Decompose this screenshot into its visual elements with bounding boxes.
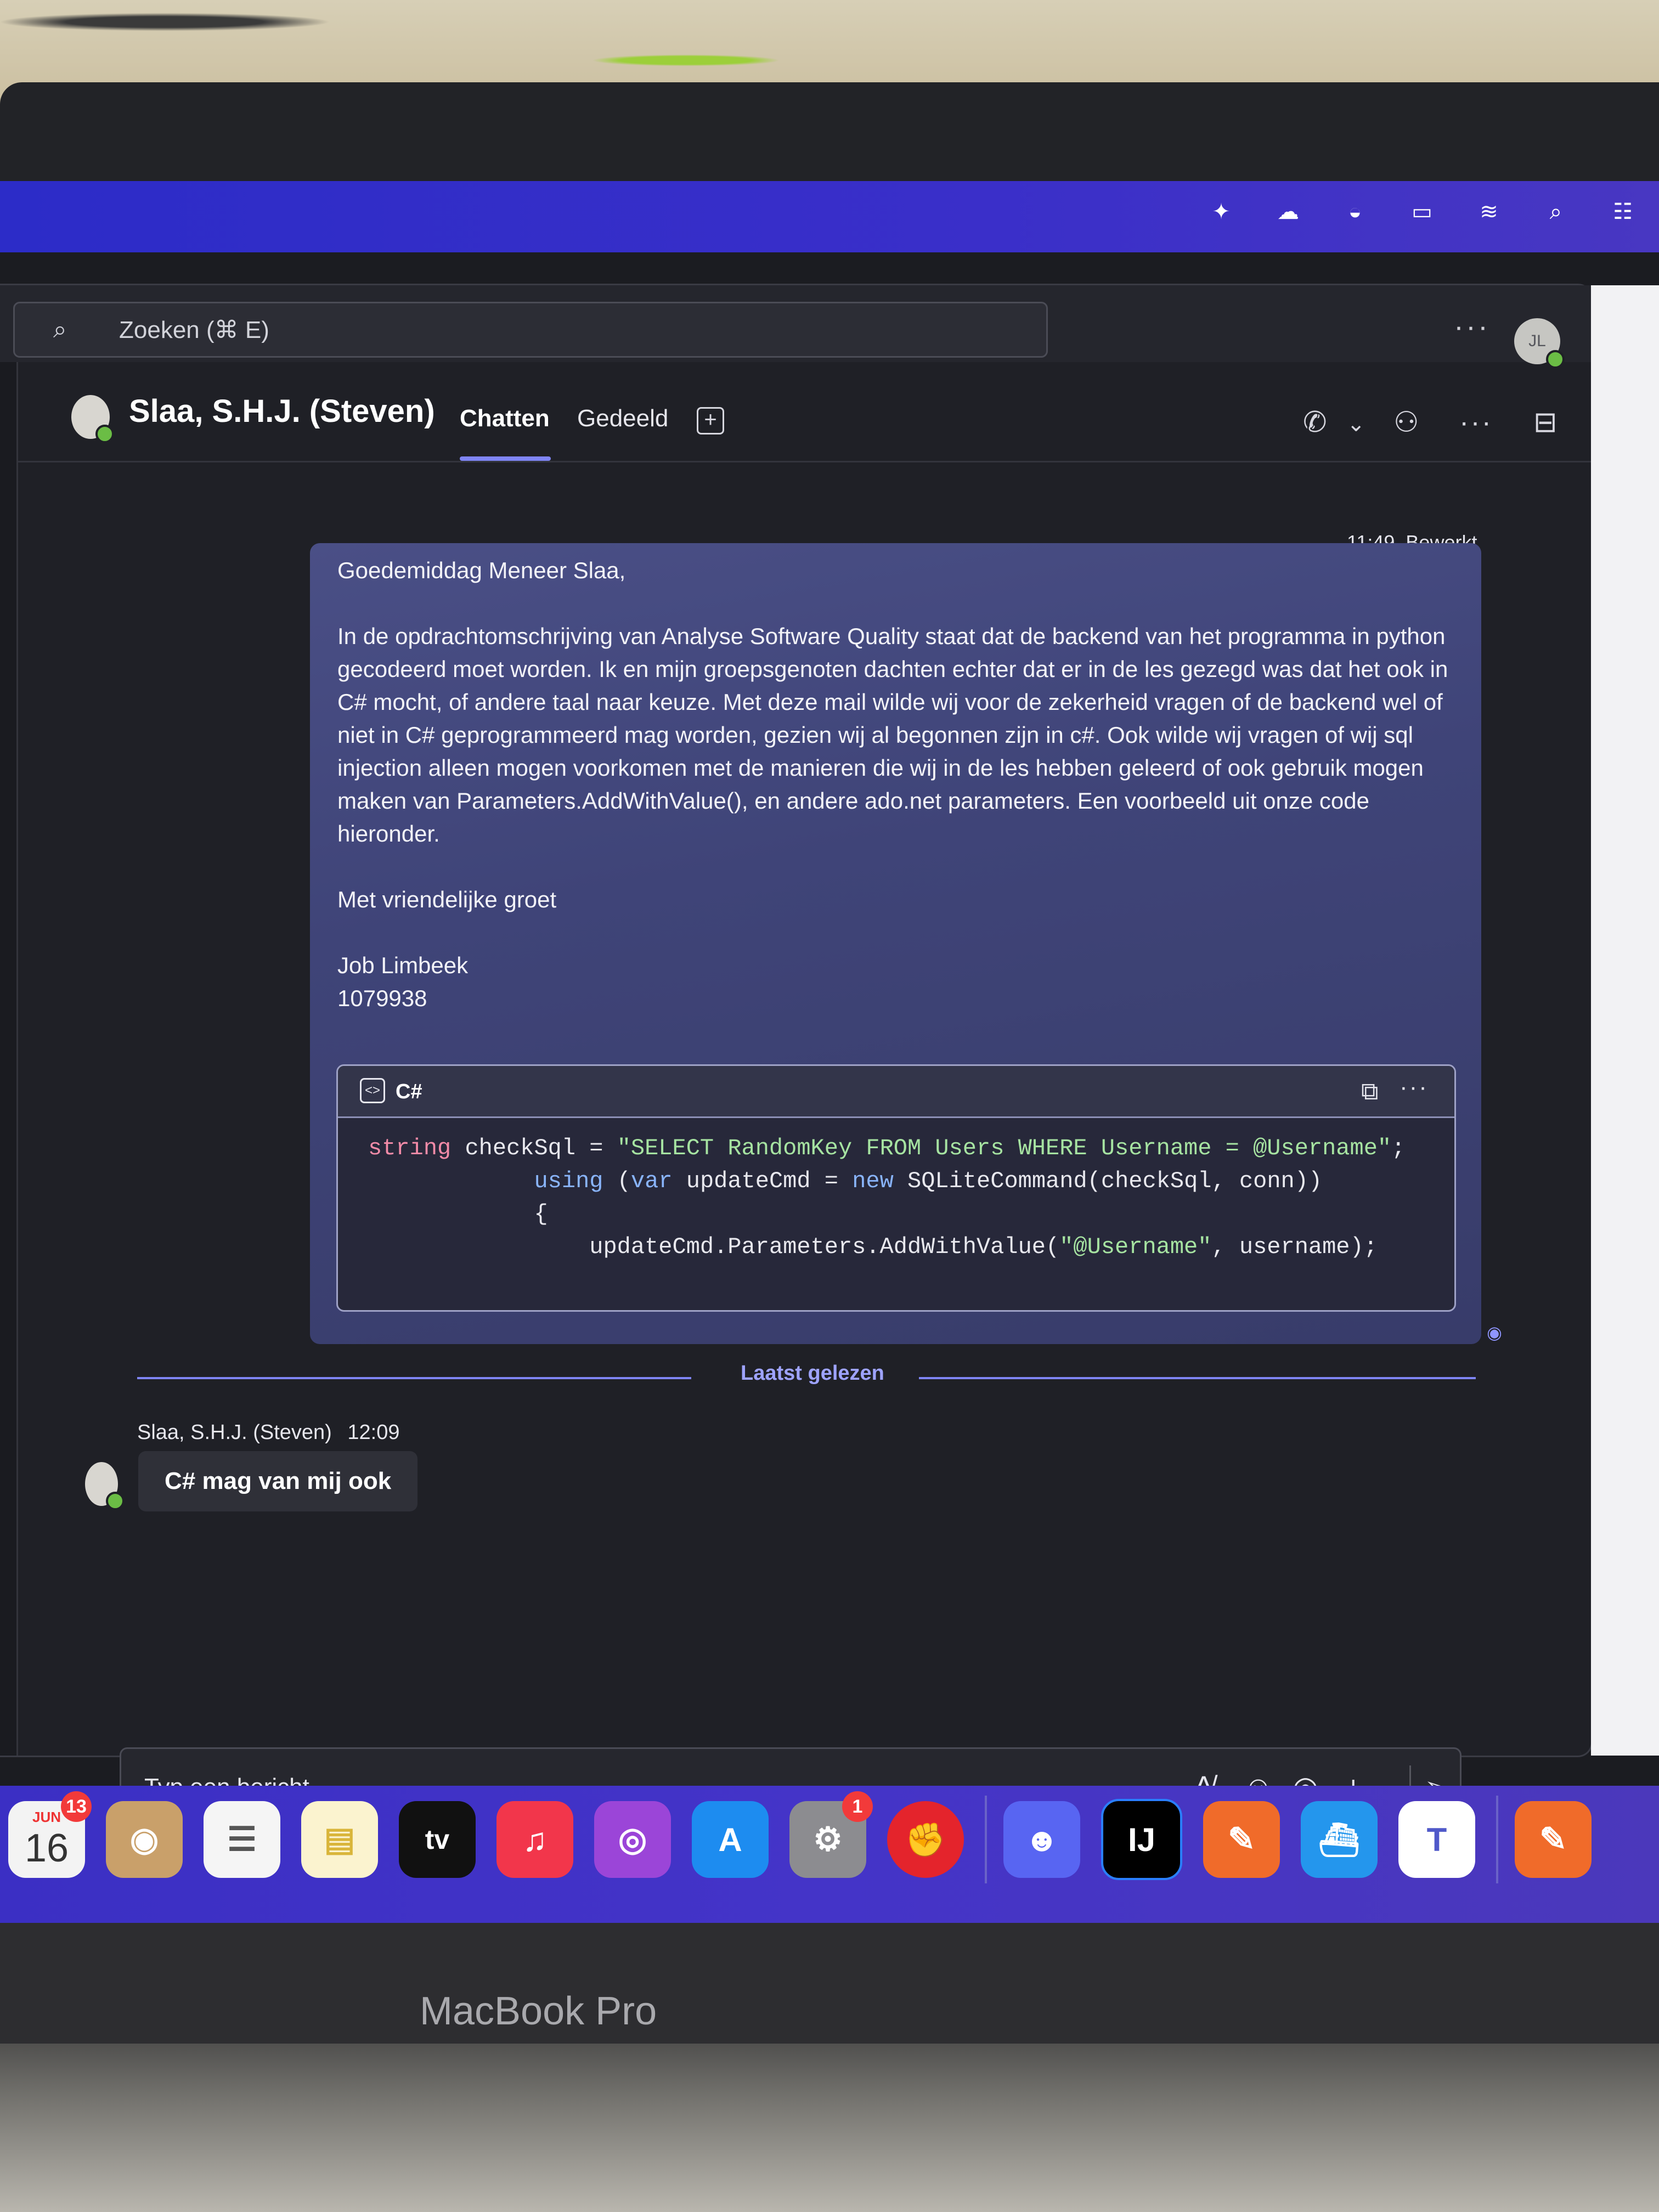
reply-sender: Slaa, S.H.J. (Steven) 12:09 [137,1421,399,1444]
code-line: string checkSql = "SELECT RandomKey FROM… [368,1135,1406,1161]
code-line: using (var updateCmd = new SQLiteCommand… [534,1168,1323,1194]
dock-separator [985,1796,987,1883]
calendar-app-icon[interactable]: JUN 16 13 [8,1791,92,1878]
last-read-divider-line [919,1377,1476,1379]
calendar-day: 16 [24,1826,69,1870]
screen-bezel [0,82,1659,181]
seen-receipt-icon: ◉ [1487,1323,1502,1342]
reply-sender-name: Slaa, S.H.J. (Steven) [137,1421,332,1444]
code-line: { [368,1201,548,1227]
calendar-badge: 13 [61,1791,92,1822]
calendar-month: JUN [32,1808,61,1825]
search-input[interactable]: ⌕ Zoeken (⌘ E) [13,302,1048,358]
spotlight-search-icon[interactable]: ⌕ [1542,198,1570,226]
background-window [1591,285,1659,1756]
riot-client-icon[interactable]: ✊ [887,1801,964,1878]
search-icon: ⌕ [53,316,67,343]
code-line: updateCmd.Parameters.AddWithValue("@User… [368,1234,1378,1260]
reply-avatar[interactable] [85,1462,125,1510]
message-list: 11:49 Bewerkt Goedemiddag Meneer Slaa, In… [16,466,1591,1750]
contact-avatar[interactable] [71,395,114,443]
search-placeholder: Zoeken (⌘ E) [119,316,269,343]
chevron-down-icon[interactable]: ⌄ [1347,411,1365,437]
message-closing: Met vriendelijke groet [337,887,557,912]
received-message-bubble[interactable]: C# mag van mij ook [138,1451,418,1511]
apple-tv-app-icon[interactable]: tv [399,1801,476,1878]
intellij-app-icon[interactable]: IJ [1101,1799,1182,1880]
app-rail [0,362,18,1756]
call-icon[interactable]: ✆ [1303,406,1327,439]
chat-title[interactable]: Slaa, S.H.J. (Steven) [129,393,435,430]
postman-app-icon[interactable]: ✎ [1515,1801,1592,1878]
code-block[interactable]: <> C# ⧉ ··· string checkSql = "SELECT Ra… [336,1064,1456,1312]
presence-available-icon [95,425,114,443]
teams-status-icon[interactable]: ✦ [1207,198,1235,226]
presence-available-icon [106,1492,125,1510]
tv-label: tv [425,1824,450,1855]
contacts-app-icon[interactable]: ◉ [106,1801,183,1878]
menubar-status-icons: ✦ ☁ ◒ ▭ ≋ ⌕ ☷ [1207,198,1659,226]
more-options-icon[interactable]: ··· [1454,309,1490,343]
alert-cloud-icon[interactable]: ☁ [1274,198,1302,226]
music-app-icon[interactable]: ♫ [496,1801,573,1878]
battery-icon[interactable]: ▭ [1408,198,1436,226]
teams-app-icon[interactable]: T [1398,1801,1475,1878]
control-center-icon[interactable]: ☷ [1609,198,1637,226]
sent-message-bubble[interactable]: Goedemiddag Meneer Slaa, In de opdrachto… [310,543,1481,1344]
last-read-divider-line [137,1377,691,1379]
dock-apps: JUN 16 13 ◉ ☰ ▤ tv ♫ ◎ A ⚙ 1 ✊ ☻ IJ ✎ ⛴ … [0,1791,1612,1883]
app-store-icon[interactable]: A [692,1801,769,1878]
tab-chatten[interactable]: Chatten [460,405,550,432]
code-icon: <> [360,1078,385,1103]
dock-separator [1496,1796,1498,1883]
chat-header: Slaa, S.H.J. (Steven) Chatten Gedeeld + … [16,362,1591,462]
docker-app-icon[interactable]: ⛴ [1301,1801,1378,1878]
reply-time: 12:09 [347,1421,400,1444]
macos-dock: JUN 16 13 ◉ ☰ ▤ tv ♫ ◎ A ⚙ 1 ✊ ☻ IJ ✎ ⛴ … [0,1786,1659,1923]
tab-gedeeld[interactable]: Gedeeld [577,405,668,432]
device-brand: MacBook Pro [420,1989,657,2033]
people-icon[interactable]: ⚇ [1393,406,1419,439]
student-number: 1079938 [337,985,427,1011]
message-greeting: Goedemiddag Meneer Slaa, [337,557,626,583]
system-settings-icon[interactable]: ⚙ 1 [789,1791,873,1878]
macos-menubar: ✦ ☁ ◒ ▭ ≋ ⌕ ☷ [0,181,1659,252]
wifi-icon[interactable]: ≋ [1475,198,1503,226]
account-initials: JL [1528,332,1546,350]
settings-badge: 1 [842,1791,873,1822]
teams-topbar: ⌕ Zoeken (⌘ E) ··· JL [0,285,1591,369]
discord-app-icon[interactable]: ☻ [1003,1801,1080,1878]
teams-window: ⌕ Zoeken (⌘ E) ··· JL Slaa, S.H.J. (Stev… [0,285,1591,1827]
postman-app-icon[interactable]: ✎ [1203,1801,1280,1878]
reply-text: C# mag van mij ook [165,1468,392,1494]
last-read-label: Laatst gelezen [741,1362,884,1385]
add-tab-icon[interactable]: + [697,407,724,435]
open-panel-icon[interactable]: ⊟ [1533,406,1558,439]
code-content: string checkSql = "SELECT RandomKey FROM… [368,1132,1405,1263]
reminders-app-icon[interactable]: ☰ [204,1801,280,1878]
more-options-icon[interactable]: ··· [1400,1074,1429,1101]
copy-icon[interactable]: ⧉ [1361,1078,1378,1105]
message-body: In de opdrachtomschrijving van Analyse S… [337,623,1448,847]
laptop-chin [0,1923,1659,2044]
notes-app-icon[interactable]: ▤ [301,1801,378,1878]
code-block-header: <> C# ⧉ ··· [338,1066,1454,1118]
account-avatar[interactable]: JL [1514,318,1565,369]
sender-name: Job Limbeek [337,952,469,978]
more-options-icon[interactable]: ··· [1459,406,1493,439]
podcasts-app-icon[interactable]: ◎ [594,1801,671,1878]
cloud-sync-icon[interactable]: ◒ [1341,198,1369,226]
code-language: C# [396,1080,422,1103]
active-tab-indicator [460,456,551,461]
